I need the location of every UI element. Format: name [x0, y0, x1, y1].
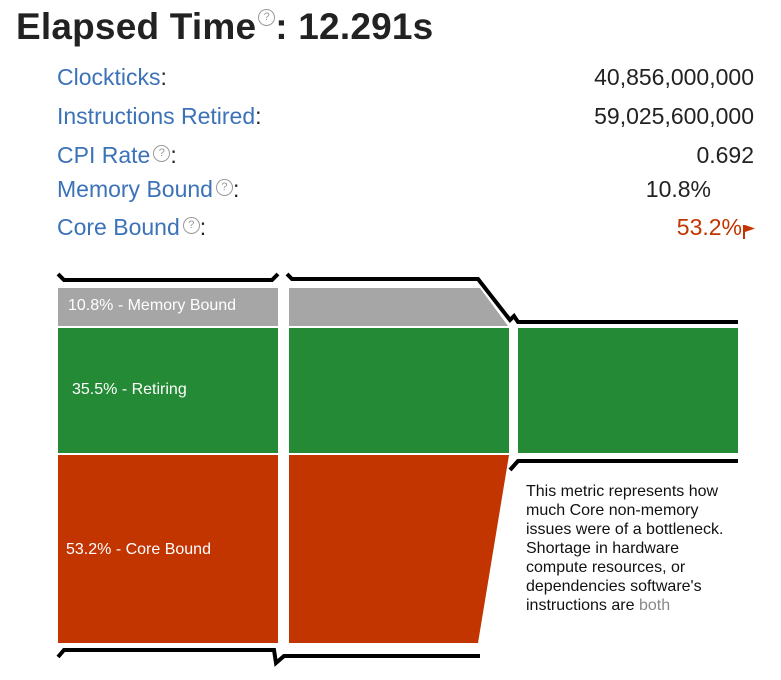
core-bound-label: 53.2% - Core Bound: [66, 541, 211, 558]
tooltip-faded-text: both: [638, 597, 671, 614]
core-bound-flow[interactable]: [289, 455, 509, 643]
retiring-label: 35.5% - Retiring: [72, 381, 187, 398]
retiring-flow[interactable]: [289, 328, 509, 453]
tooltip-text: This metric represents how much Core non…: [526, 483, 724, 614]
memory-bound-label: 10.8% - Memory Bound: [68, 297, 237, 314]
core-bound-tooltip: This metric represents how much Core non…: [526, 482, 731, 615]
memory-bound-flow[interactable]: [289, 288, 508, 326]
retiring-continuation[interactable]: [518, 328, 738, 453]
